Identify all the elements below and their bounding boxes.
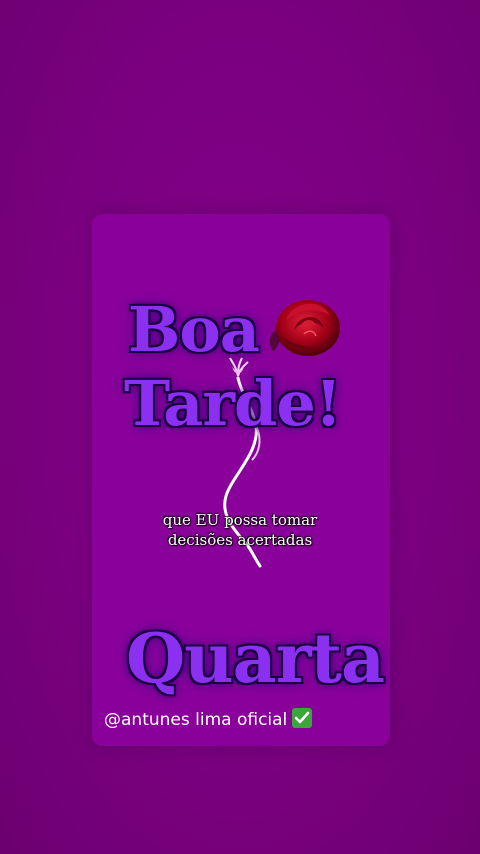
author-handle[interactable]: @antunes lima oficial	[104, 708, 313, 732]
story-screen: Boa Tarde! que EU possa tomar decisões a…	[0, 0, 480, 854]
greeting-line-2: Tarde!	[124, 367, 342, 440]
caption-line-2: decisões acertadas	[167, 531, 313, 549]
author-handle-text: @antunes lima oficial	[104, 710, 288, 730]
caption-text: que EU possa tomar decisões acertadas	[140, 510, 340, 550]
check-mark-icon	[292, 708, 313, 728]
weekday-title: Quarta	[126, 619, 385, 699]
caption-line-1: que EU possa tomar	[162, 511, 318, 529]
